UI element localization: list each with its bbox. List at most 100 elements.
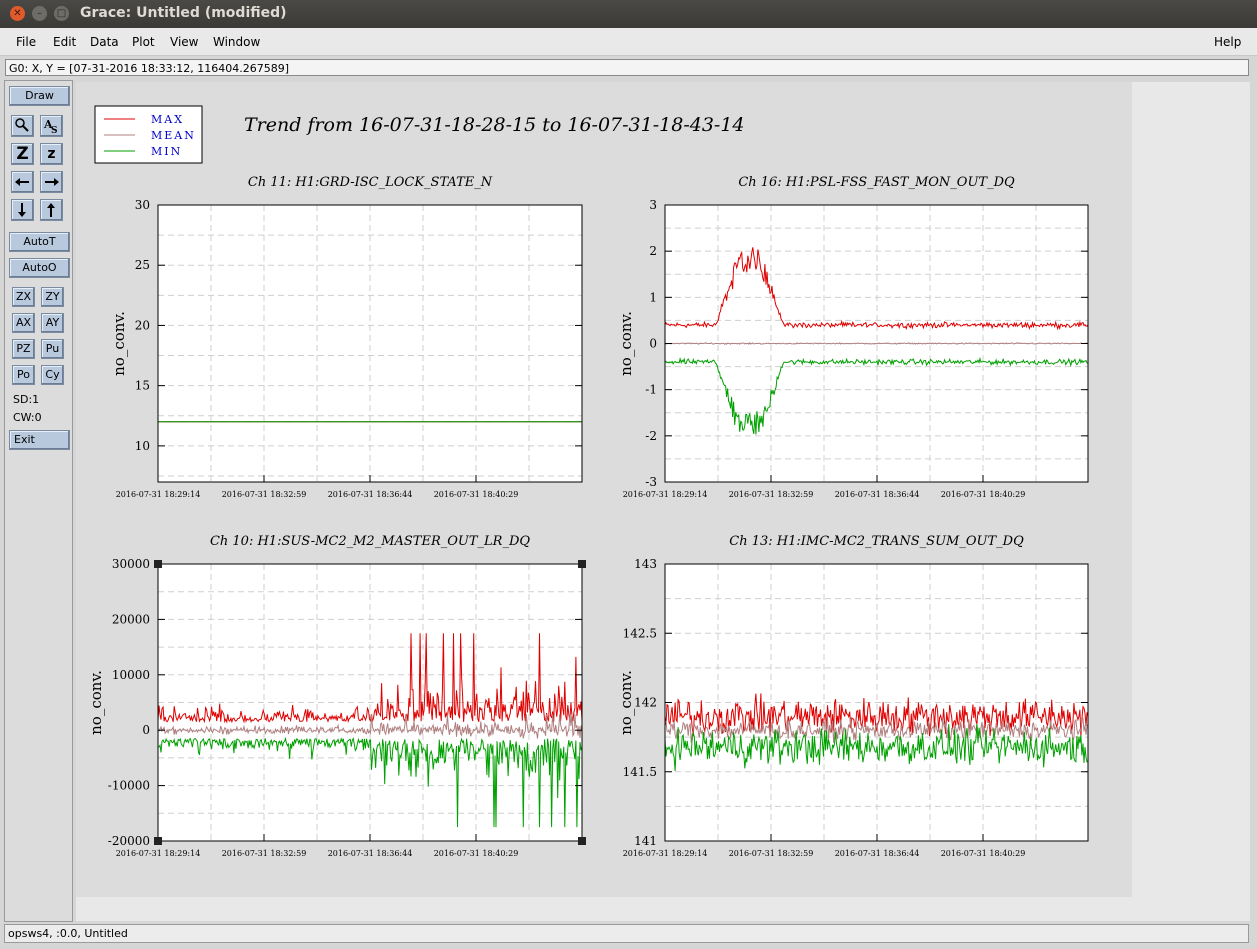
menu-bar: File Edit Data Plot View Window Help [0,28,1257,56]
pz-button[interactable]: PZ [12,339,35,359]
menu-edit[interactable]: Edit [53,35,76,49]
x-tick-label: 2016-07-31 18:32:59 [729,849,814,858]
chart-2: -3 -2 -1 0 1 2 3 2016-07-31 18:29:14 2016-07-31 … [617,175,1089,499]
arrow-down-icon [18,203,26,217]
x-tick-label: 2016-07-31 18:29:14 [623,490,708,499]
close-icon[interactable]: ✕ [10,6,25,21]
canvas-margin [1132,82,1250,897]
selection-handle [578,837,586,845]
draw-button[interactable]: Draw [9,86,70,106]
autoo-button[interactable]: AutoO [9,258,70,278]
magnifier-icon [15,118,29,132]
scroll-up-button[interactable] [40,199,63,221]
set-count-label: SD:1 [13,393,40,406]
zoom-out-button[interactable]: z [40,143,63,165]
x-tick-label: 2016-07-31 18:32:59 [222,849,307,858]
menu-data[interactable]: Data [90,35,119,49]
legend-label-mean: MEAN [151,129,196,142]
y-tick-label: 30000 [112,557,150,571]
drawing-canvas[interactable]: MAX MEAN MIN Trend from 16-07-31-18-28-15 t… [76,82,1132,897]
menu-plot[interactable]: Plot [132,35,155,49]
y-axis-label: no_conv. [617,670,635,735]
horizontal-scrollbar[interactable] [76,897,1250,921]
scroll-left-button[interactable] [11,171,34,193]
x-tick-label: 2016-07-31 18:32:59 [222,490,307,499]
y-axis-label: no_conv. [617,311,635,376]
x-tick-label: 2016-07-31 18:40:29 [941,849,1026,858]
x-tick-label: 2016-07-31 18:40:29 [941,490,1026,499]
selection-handle [154,560,162,568]
legend-label-max: MAX [151,113,184,126]
chart-title: Ch 10: H1:SUS-MC2_M2_MASTER_OUT_LR_DQ [210,534,530,549]
zx-button[interactable]: ZX [12,287,35,307]
chart-title: Ch 11: H1:GRD-ISC_LOCK_STATE_N [248,175,493,190]
status-bar: opsws4, :0.0, Untitled [4,924,1249,943]
menu-window[interactable]: Window [213,35,260,49]
x-tick-label: 2016-07-31 18:36:44 [835,849,920,858]
y-tick-label: 20 [135,318,150,332]
plot-area[interactable]: MAX MEAN MIN Trend from 16-07-31-18-28-15 t… [76,82,1132,897]
y-tick-label: 142 [634,696,657,710]
menu-file[interactable]: File [16,35,36,49]
x-tick-label: 2016-07-31 18:40:29 [434,849,519,858]
y-tick-label: 0 [142,723,150,737]
y-tick-label: 10 [135,439,150,453]
svg-text:S: S [51,126,58,136]
y-tick-label: 141.5 [623,765,657,779]
ax-button[interactable]: AX [12,313,35,333]
x-tick-label: 2016-07-31 18:29:14 [623,849,708,858]
pu-button[interactable]: Pu [41,339,64,359]
maximize-icon[interactable]: □ [54,6,69,21]
x-tick-label: 2016-07-31 18:36:44 [835,490,920,499]
x-tick-label: 2016-07-31 18:40:29 [434,490,519,499]
locator-bar: G0: X, Y = [07-31-2016 18:33:12, 116404.… [5,59,1249,76]
y-tick-label: 1 [649,290,657,304]
y-tick-label: -1 [645,383,657,397]
arrow-left-icon [15,178,29,186]
legend: MAX MEAN MIN [94,105,203,164]
chart-4: 141 141.5 142 142.5 143 2016-07-31 18:29:14 20… [617,534,1089,858]
current-world-label: CW:0 [13,411,42,424]
y-tick-label: 143 [634,557,657,571]
y-tick-label: -20000 [108,834,150,848]
menu-help[interactable]: Help [1214,35,1241,49]
zoom-tool-button[interactable] [11,115,34,137]
exit-button[interactable]: Exit [9,430,70,450]
autot-button[interactable]: AutoT [9,232,70,252]
po-button[interactable]: Po [12,365,35,385]
cy-button[interactable]: Cy [41,365,64,385]
chart-title: Ch 13: H1:IMC-MC2_TRANS_SUM_OUT_DQ [729,534,1024,549]
y-tick-label: 2 [649,244,657,258]
y-tick-label: 30 [135,198,150,212]
selection-handle [578,560,586,568]
window-title: Grace: Untitled (modified) [80,5,287,21]
x-tick-label: 2016-07-31 18:36:44 [328,849,413,858]
zy-button[interactable]: ZY [41,287,64,307]
scroll-down-button[interactable] [11,199,34,221]
arrow-right-icon [45,178,59,186]
y-tick-label: 3 [649,198,657,212]
legend-label-min: MIN [151,145,182,158]
chart-3: -20000 -10000 0 10000 20000 30000 2016-07-31 1… [87,534,586,858]
y-tick-label: 15 [135,379,150,393]
y-tick-label: 141 [634,834,657,848]
selection-handle [154,837,162,845]
x-tick-label: 2016-07-31 18:32:59 [729,490,814,499]
y-tick-label: -3 [645,475,657,489]
autoscale-button[interactable]: AS [40,115,63,137]
zoom-in-button[interactable]: Z [11,143,34,165]
page-title: Trend from 16-07-31-18-28-15 to 16-07-31… [244,114,745,136]
ay-button[interactable]: AY [41,313,64,333]
title-bar: ✕ – □ Grace: Untitled (modified) [0,0,1257,28]
y-tick-label: 10000 [112,668,150,682]
chart-title: Ch 16: H1:PSL-FSS_FAST_MON_OUT_DQ [738,175,1015,190]
minimize-icon[interactable]: – [32,6,47,21]
y-tick-label: 0 [649,337,657,351]
x-tick-label: 2016-07-31 18:29:14 [116,490,201,499]
x-tick-label: 2016-07-31 18:29:14 [116,849,201,858]
menu-view[interactable]: View [170,35,198,49]
y-tick-label: -2 [645,429,657,443]
scroll-right-button[interactable] [40,171,63,193]
arrow-up-icon [47,203,55,217]
chart-1: 10 15 20 25 30 2016-07-31 18:29:14 2016-07-31 … [110,175,583,499]
